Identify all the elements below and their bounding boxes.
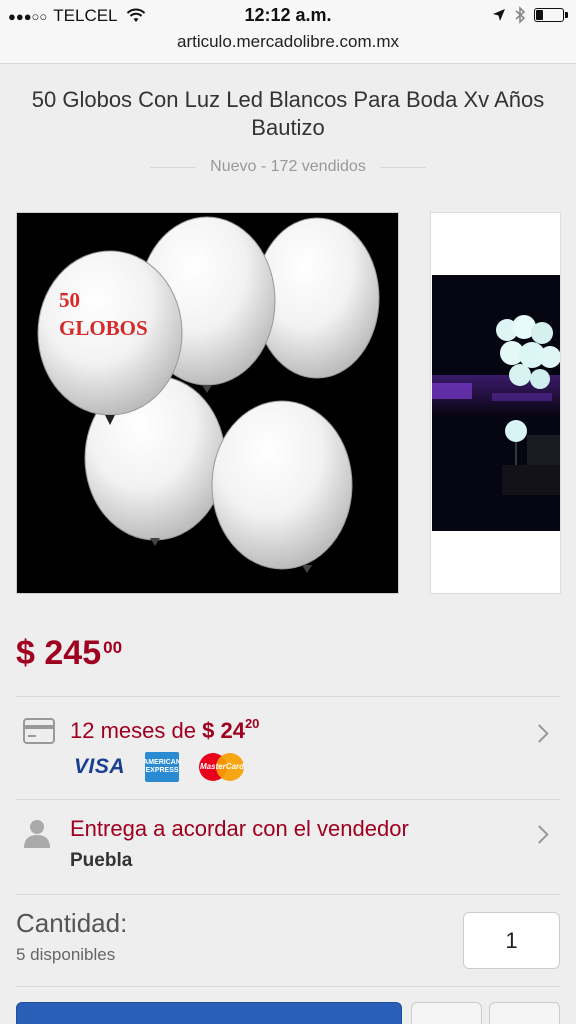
- installments-text: 12 meses de $ 2420: [70, 716, 260, 744]
- payment-cards: VISA AMERICAN EXPRESS MasterCard: [74, 752, 245, 782]
- product-title: 50 Globos Con Luz Led Blancos Para Boda …: [31, 87, 545, 140]
- divider-left: [150, 166, 197, 168]
- delivery-location: Puebla: [70, 850, 133, 871]
- image-text-line1: 50: [59, 288, 80, 312]
- secondary-button[interactable]: [489, 1002, 560, 1024]
- buy-button[interactable]: [16, 1002, 402, 1024]
- price-integer: 245: [44, 634, 102, 672]
- quantity-label: Cantidad:: [16, 908, 128, 938]
- mastercard-logo: MasterCard: [199, 753, 245, 781]
- price-cents: 00: [103, 638, 123, 657]
- event-photo-illustration: [432, 315, 560, 495]
- divider: [16, 986, 560, 987]
- visa-logo: VISA: [74, 755, 126, 778]
- condition-sales: Nuevo - 172 vendidos: [210, 158, 366, 175]
- quantity-available: 5 disponibles: [16, 945, 116, 964]
- installment-cents: 20: [244, 716, 260, 731]
- battery-icon: [534, 8, 568, 22]
- balloons-illustration: 50 GLOBOS: [37, 216, 380, 573]
- address-bar[interactable]: articulo.mercadolibre.com.mx: [0, 32, 576, 52]
- product-image-thumbnail[interactable]: [430, 212, 561, 594]
- status-bar: ●●●○○ TELCEL 12:12 a.m. articulo.mercado…: [0, 0, 576, 64]
- price-currency: $: [16, 634, 35, 672]
- product-price: $ 245 00: [16, 634, 122, 673]
- amex-logo-text: AMERICAN EXPRESS: [143, 759, 181, 774]
- mastercard-logo-text: MasterCard: [200, 762, 245, 771]
- credit-card-icon: [23, 718, 55, 744]
- installment-currency: $: [202, 718, 215, 743]
- image-text-line2: GLOBOS: [59, 316, 148, 340]
- delivery-row[interactable]: [0, 800, 576, 894]
- installments-prefix: 12 meses de: [70, 718, 196, 743]
- product-image-main[interactable]: 50 GLOBOS: [16, 212, 399, 594]
- event-photo: [432, 275, 560, 531]
- installment-amount: $ 2420: [202, 716, 260, 743]
- status-icons: [492, 6, 568, 24]
- amex-logo: AMERICAN EXPRESS: [143, 752, 181, 782]
- divider: [16, 894, 560, 895]
- chevron-right-icon: [530, 825, 549, 844]
- delivery-text: Entrega a acordar con el vendedor: [70, 816, 409, 841]
- bluetooth-icon: [515, 6, 526, 24]
- battery-level: [536, 10, 543, 20]
- clock: 12:12 a.m.: [244, 5, 332, 25]
- location-arrow-icon: [493, 9, 505, 21]
- quantity-input[interactable]: 1: [463, 912, 560, 969]
- user-icon: [24, 820, 50, 848]
- divider-right: [379, 166, 426, 168]
- product-meta: Nuevo - 172 vendidos: [150, 158, 426, 176]
- installments-row[interactable]: [0, 697, 576, 799]
- chevron-right-icon: [530, 724, 549, 743]
- installment-integer: 24: [220, 718, 245, 743]
- secondary-button[interactable]: [411, 1002, 482, 1024]
